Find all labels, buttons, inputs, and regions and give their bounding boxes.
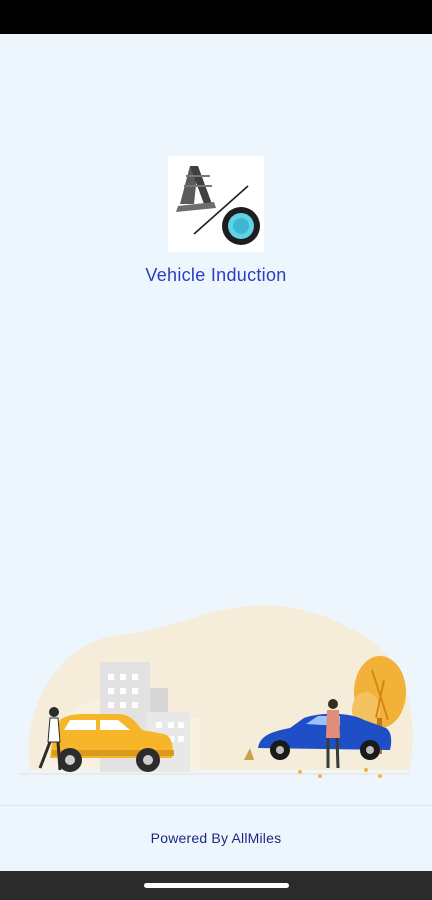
powered-by-text: Powered By AllMiles [150, 830, 282, 846]
app-logo [168, 156, 264, 252]
cars-city-illustration [0, 600, 432, 805]
road-wheel-logo-icon [176, 166, 260, 245]
status-bar [0, 0, 432, 34]
navigation-bar [0, 871, 432, 900]
footer: Powered By AllMiles [0, 805, 432, 872]
app-title: Vehicle Induction [145, 265, 287, 285]
home-indicator[interactable] [144, 883, 289, 888]
